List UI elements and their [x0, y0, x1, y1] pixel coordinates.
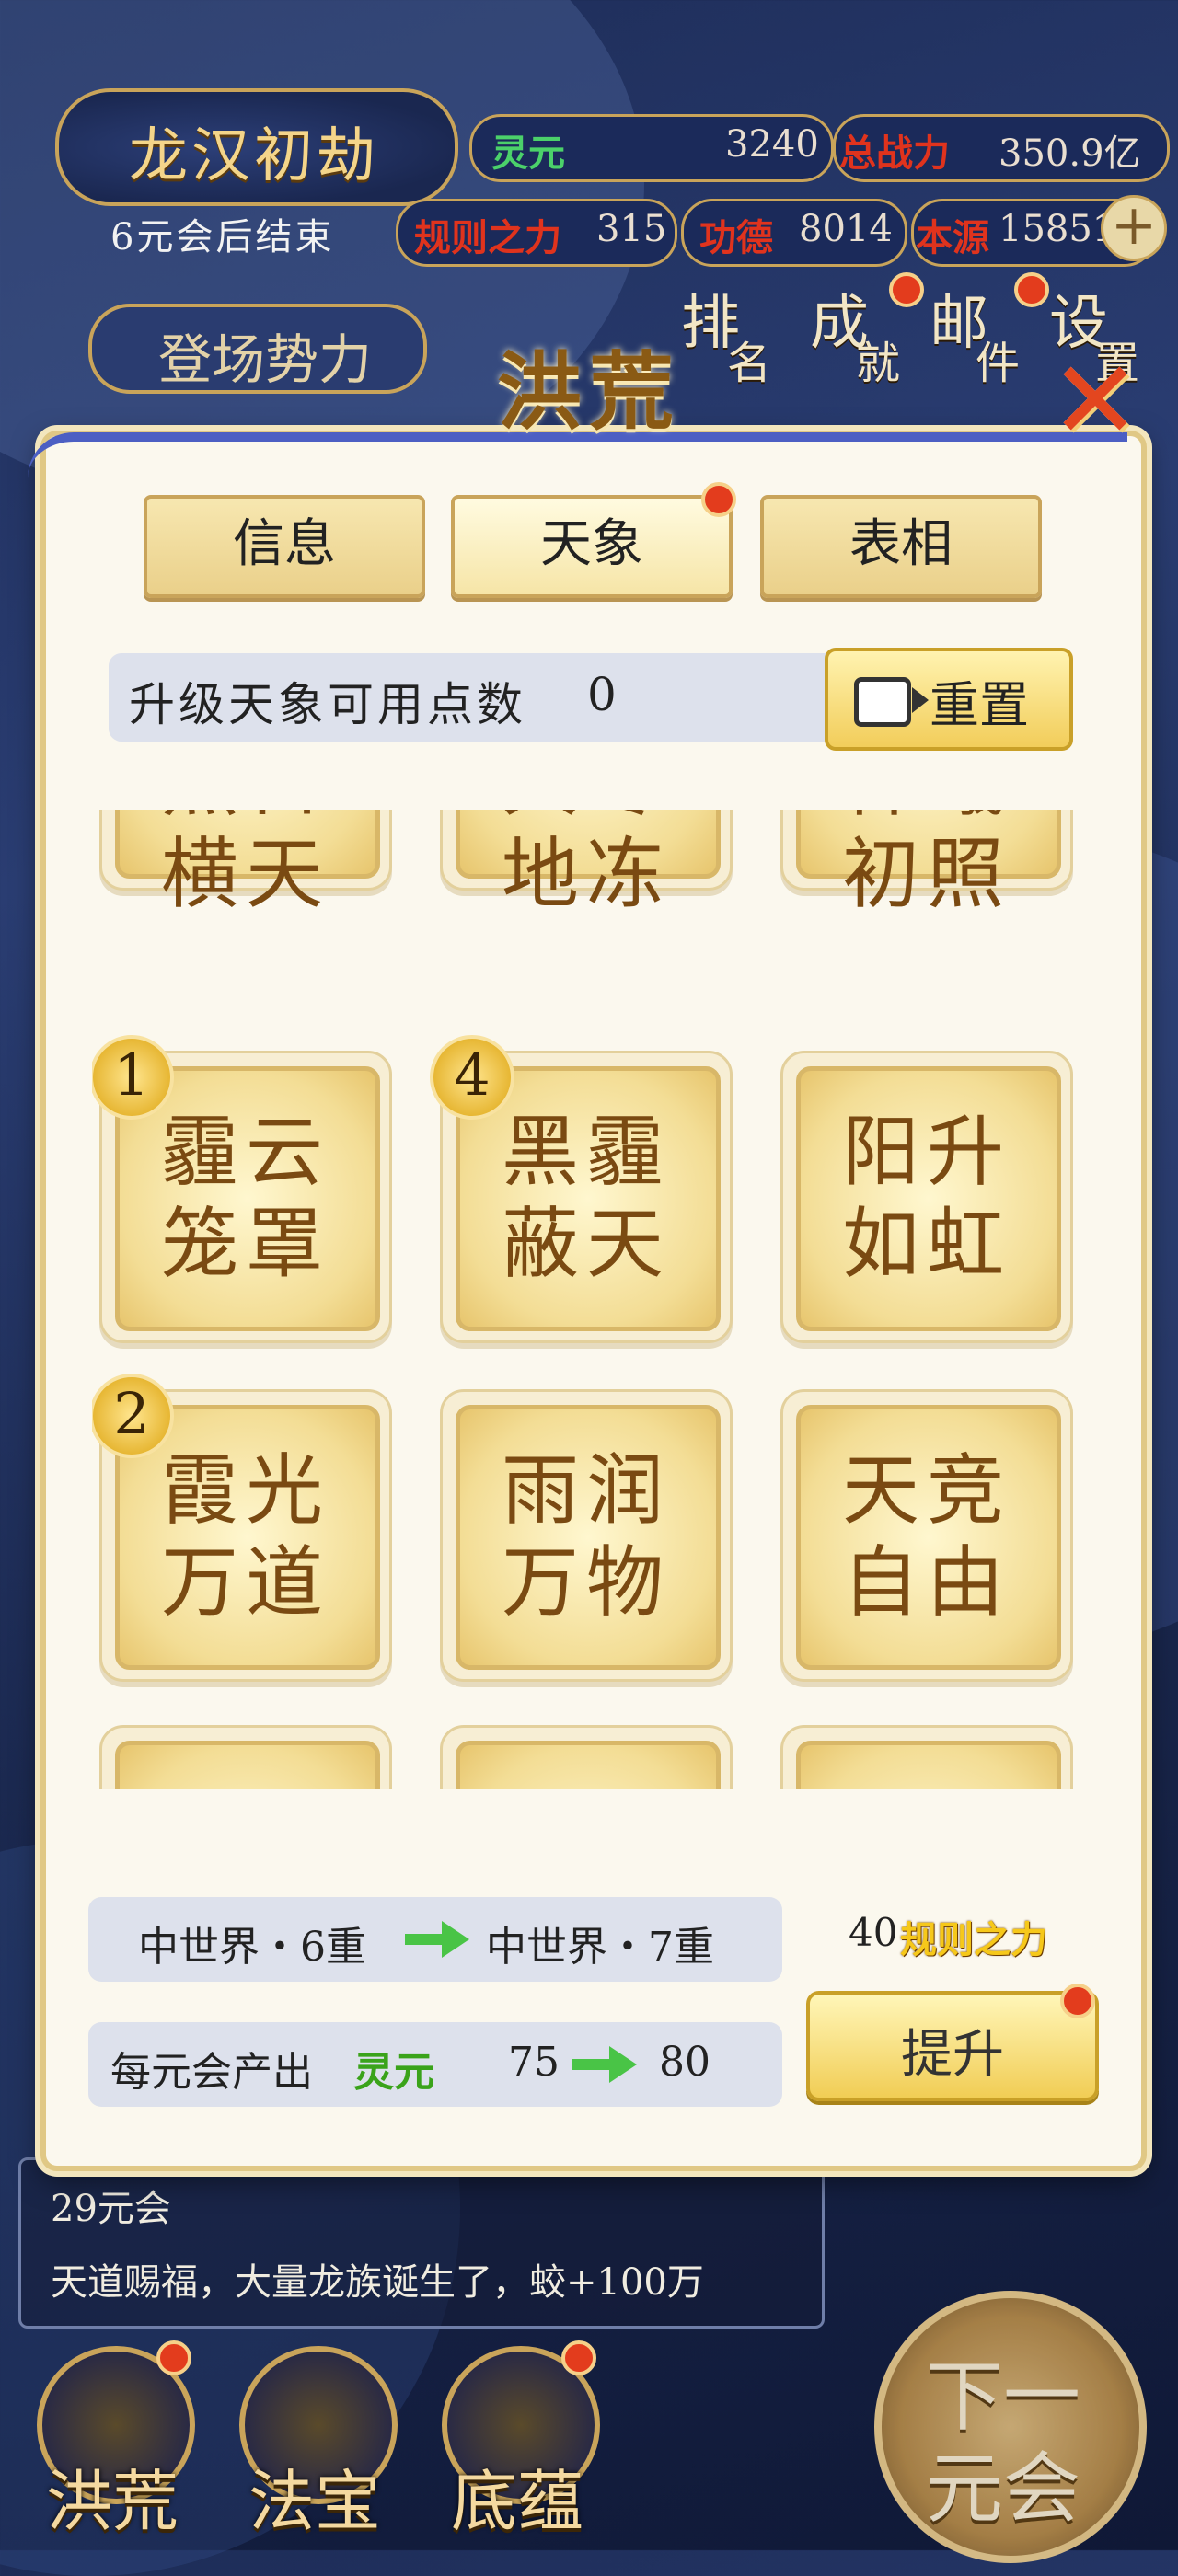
tab-info-label: 信息 — [233, 514, 336, 574]
upgrade-button[interactable]: 提升 — [806, 1991, 1099, 2101]
arrow-right-icon — [405, 1921, 469, 1958]
celestial-card[interactable] — [780, 1725, 1073, 1789]
video-icon — [854, 677, 929, 727]
upgrade-cost-amount: 40 — [849, 1910, 898, 1955]
output-label: 每元会产出 — [110, 2049, 313, 2096]
tab-info[interactable]: 信息 — [144, 495, 425, 598]
lingyuan-value: 3240 — [725, 123, 819, 166]
card-line2: 万道 — [160, 1537, 330, 1627]
close-icon[interactable]: ✕ — [1045, 346, 1146, 455]
rule-label: 规则之力 — [414, 216, 561, 259]
active-factions-tab[interactable]: 登场势力 — [88, 304, 427, 394]
celestial-card[interactable]: 霞光 万道 2 — [92, 1374, 392, 1682]
celestial-card[interactable]: 神曦 初照 — [780, 810, 1073, 919]
achievements-char-2: 就 — [856, 338, 901, 389]
reset-button[interactable]: 重置 — [825, 648, 1073, 751]
next-era-button[interactable]: 下一 元会 — [874, 2291, 1147, 2563]
log-line: 29元会 — [51, 2188, 171, 2230]
celestial-card[interactable]: 雨润 万物 — [440, 1389, 733, 1682]
card-line2: 地冻 — [501, 829, 671, 919]
notification-dot — [1060, 1984, 1095, 2018]
ranking-char-2: 名 — [727, 338, 772, 389]
mail-char-2: 件 — [976, 338, 1021, 389]
ranking-button[interactable]: 排 名 — [681, 276, 773, 389]
output-to: 80 — [659, 2039, 710, 2086]
output-from: 75 — [508, 2039, 560, 2086]
celestial-card[interactable]: 阳升 如虹 — [780, 1051, 1073, 1343]
celestial-card[interactable] — [440, 1725, 733, 1789]
notification-dot — [561, 2340, 596, 2375]
notification-dot — [1014, 272, 1049, 307]
card-line2: 自由 — [841, 1537, 1011, 1627]
card-line2: 横天 — [160, 829, 330, 919]
rule-value: 315 — [596, 208, 667, 250]
merit-label: 功德 — [699, 216, 773, 259]
add-resource-button[interactable]: + — [1101, 195, 1167, 261]
card-line2: 如虹 — [841, 1199, 1011, 1289]
card-line2: 笼罩 — [160, 1199, 330, 1289]
points-value: 0 — [587, 668, 617, 721]
mail-button[interactable]: 邮 件 — [930, 272, 1049, 389]
nav-diyun-label: 底蕴 — [451, 2463, 584, 2540]
tab-celestial-label: 天象 — [540, 514, 643, 574]
card-face — [456, 1741, 721, 1789]
reset-label: 重置 — [930, 676, 1029, 734]
card-line2: 初照 — [841, 829, 1011, 919]
world-to: 中世界・7重 — [486, 1924, 714, 1971]
next-era-line2: 元会 — [926, 2444, 1081, 2534]
power-value: 350.9亿 — [999, 132, 1141, 175]
event-log: 29元会 天道赐福，大量龙族诞生了，蛟+100万 — [18, 2157, 825, 2329]
upgrade-cost-label: 规则之力 — [900, 1918, 1047, 1961]
level-badge: 1 — [92, 1035, 174, 1120]
nav-diyun[interactable]: 底蕴 — [433, 2340, 600, 2540]
level-badge: 4 — [430, 1035, 514, 1120]
card-face — [796, 1741, 1061, 1789]
level-badge: 2 — [92, 1374, 174, 1458]
celestial-card[interactable]: 大寒 地冻 — [440, 810, 733, 919]
tab-appearance[interactable]: 表相 — [760, 495, 1042, 598]
era-title: 龙汉初劫 — [129, 122, 379, 190]
celestial-card[interactable]: 黑霾 蔽天 4 — [430, 1035, 733, 1343]
nav-honghuang-label: 洪荒 — [46, 2463, 179, 2540]
card-line2: 蔽天 — [501, 1199, 671, 1289]
celestial-card[interactable] — [99, 1725, 392, 1789]
tab-celestial[interactable]: 天象 — [451, 495, 733, 598]
power-label: 总战力 — [839, 132, 950, 175]
celestial-card[interactable]: 天竞 自由 — [780, 1389, 1073, 1682]
nav-fabao-label: 法宝 — [248, 2463, 382, 2540]
notification-dot — [701, 482, 736, 517]
nav-fabao[interactable]: 法宝 — [230, 2346, 398, 2540]
tab-appearance-label: 表相 — [849, 514, 953, 574]
origin-label: 本源 — [916, 216, 989, 259]
merit-value: 8014 — [799, 208, 893, 250]
points-label: 升级天象可用点数 — [129, 678, 526, 731]
active-factions-label: 登场势力 — [158, 328, 373, 391]
achievements-button[interactable]: 成 就 — [810, 272, 924, 389]
celestial-card[interactable]: 烈日 横天 — [99, 810, 392, 919]
modal-title: 洪荒 — [497, 342, 682, 442]
log-line: 天道赐福，大量龙族诞生了，蛟+100万 — [51, 2261, 704, 2304]
celestial-grid[interactable]: 烈日 横天 大寒 地冻 神曦 初照 霾云 笼罩 1 黑霾 蔽天 4 阳升 如虹 … — [92, 810, 1086, 1789]
upgrade-label: 提升 — [901, 2025, 1004, 2085]
arrow-right-icon — [572, 2046, 637, 2083]
card-face — [115, 1741, 380, 1789]
era-remaining: 6元会后结束 — [110, 216, 335, 259]
nav-honghuang[interactable]: 洪荒 — [28, 2340, 195, 2540]
card-line2: 万物 — [501, 1537, 671, 1627]
notification-dot — [156, 2340, 191, 2375]
output-resource: 灵元 — [353, 2049, 434, 2096]
celestial-card[interactable]: 霾云 笼罩 1 — [92, 1035, 392, 1343]
notification-dot — [889, 272, 924, 307]
lingyuan-label: 灵元 — [491, 132, 565, 175]
world-from: 中世界・6重 — [138, 1924, 366, 1971]
origin-value: 15851 — [999, 208, 1116, 250]
